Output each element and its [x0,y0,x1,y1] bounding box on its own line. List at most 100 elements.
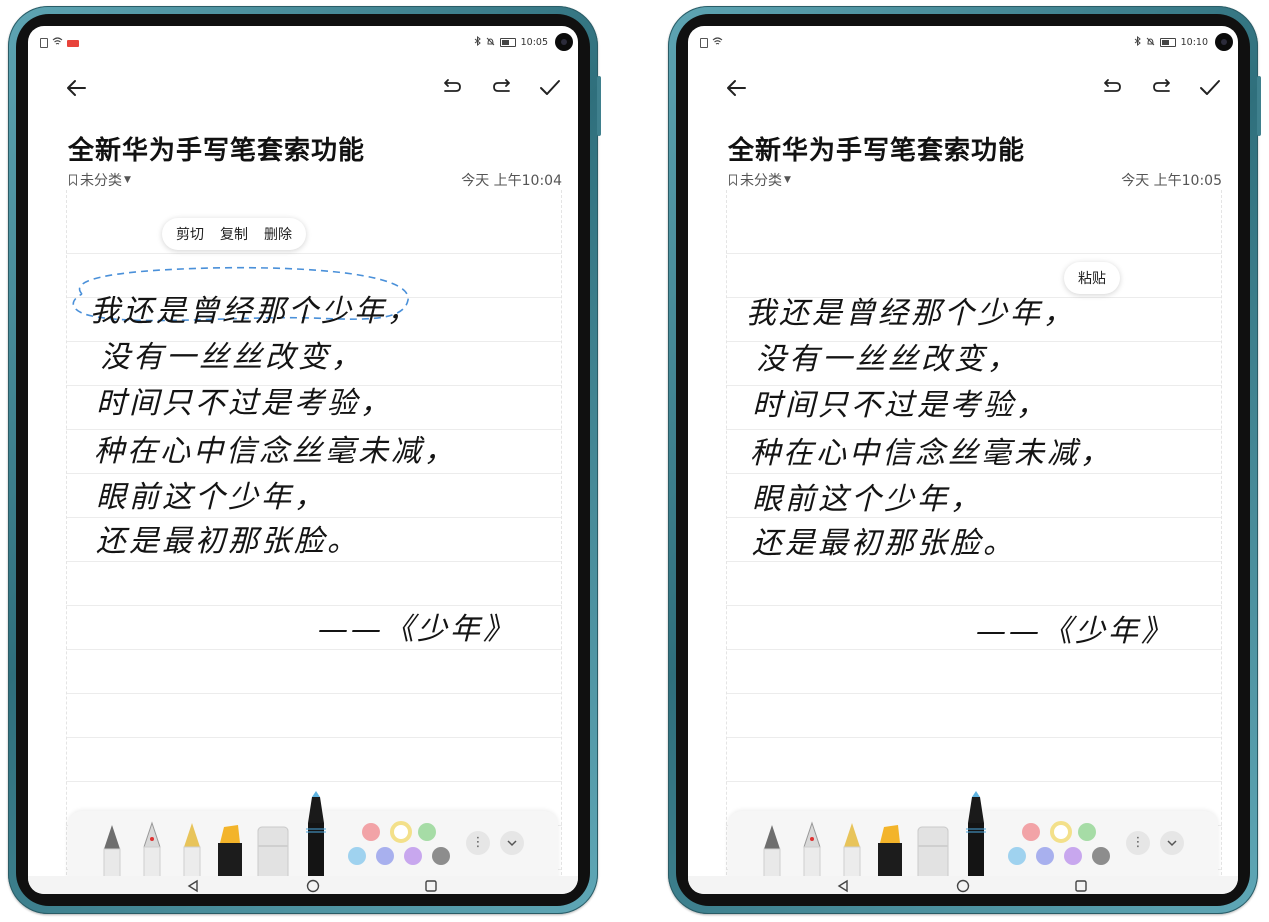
yellow-color-swatch-selected[interactable] [1050,821,1072,843]
more-vertical-icon: ⋮ [1131,835,1145,850]
more-options-button[interactable]: ⋮ [466,831,490,855]
screen-right: 10:10 全新华为手写笔套索功能 未分类 ▼ 今天 上午10:05 粘贴 我还… [688,26,1238,894]
note-title[interactable]: 全新华为手写笔套索功能 [68,130,365,167]
arrow-left-icon [727,80,746,96]
collapse-toolbar-button[interactable] [500,831,524,855]
handwriting-line: 我还是曾经那个少年， [746,296,1076,331]
light-blue-color-swatch[interactable] [1008,847,1026,865]
periwinkle-color-swatch[interactable] [1036,847,1054,865]
more-options-button[interactable]: ⋮ [1126,831,1150,855]
back-button[interactable] [58,68,94,108]
undo-button[interactable] [1094,68,1130,108]
marker-tool-selected[interactable] [964,789,988,881]
battery-icon [1159,38,1176,47]
handwriting-line: 时间只不过是考验， [96,386,393,421]
arrow-left-icon [67,80,86,96]
status-bar: 10:10 [688,26,1238,58]
done-button[interactable] [532,68,568,108]
nav-back-button[interactable] [186,879,200,894]
marker-tool-selected[interactable] [304,789,328,881]
status-time: 10:05 [520,37,548,48]
category-selector[interactable]: 未分类 ▼ [68,170,131,190]
gray-color-swatch[interactable] [1092,847,1110,865]
yellow-color-swatch-selected[interactable] [390,821,412,843]
mute-icon [1146,37,1155,49]
check-icon [1200,80,1220,95]
light-blue-color-swatch[interactable] [348,847,366,865]
delete-button[interactable]: 删除 [264,224,292,244]
collapse-toolbar-button[interactable] [1160,831,1184,855]
circle-home-icon [306,879,320,893]
caret-down-icon: ▼ [124,175,131,185]
front-camera [1215,33,1233,51]
nav-home-button[interactable] [306,879,320,894]
sim-icon [700,38,708,48]
gray-color-swatch[interactable] [432,847,450,865]
category-label: 未分类 [80,173,122,189]
handwriting-line: 没有一丝丝改变， [100,340,364,375]
redo-button[interactable] [484,68,520,108]
green-color-swatch[interactable] [418,823,436,841]
note-toolbar [688,68,1238,108]
square-recents-icon [425,880,437,892]
undo-icon [444,79,461,92]
tablet-left: 10:05 全新华为手写笔套索功能 未分类 ▼ 今天 上午10:04 剪切 复制… [8,6,601,914]
done-button[interactable] [1192,68,1228,108]
note-title[interactable]: 全新华为手写笔套索功能 [728,130,1025,167]
category-selector[interactable]: 未分类 ▼ [728,170,791,190]
periwinkle-color-swatch[interactable] [376,847,394,865]
nav-back-button[interactable] [836,879,850,894]
pink-color-swatch[interactable] [362,823,380,841]
ballpoint-pen-tool[interactable] [180,821,204,881]
eraser-tool[interactable] [916,825,950,881]
screen-left: 10:05 全新华为手写笔套索功能 未分类 ▼ 今天 上午10:04 剪切 复制… [28,26,578,894]
pink-color-swatch[interactable] [1022,823,1040,841]
triangle-back-icon [837,879,848,893]
bluetooth-icon [474,35,481,49]
pencil-tool[interactable] [760,823,784,881]
lavender-color-swatch[interactable] [1064,847,1082,865]
status-bar: 10:05 [28,26,578,58]
notification-badge-icon [67,39,79,47]
fountain-pen-tool[interactable] [800,821,824,881]
fountain-pen-tool[interactable] [140,821,164,881]
nav-recents-button[interactable] [424,879,438,894]
bluetooth-icon [1134,35,1141,49]
note-timestamp: 今天 上午10:05 [1121,173,1222,189]
nav-recents-button[interactable] [1074,879,1088,894]
bookmark-icon [69,174,77,186]
handwriting-signature: ——《少年》 [976,614,1174,649]
copy-button[interactable]: 复制 [220,224,248,244]
pencil-tool[interactable] [100,823,124,881]
front-camera [555,33,573,51]
more-vertical-icon: ⋮ [471,835,485,850]
back-button[interactable] [718,68,754,108]
tablet-right: 10:10 全新华为手写笔套索功能 未分类 ▼ 今天 上午10:05 粘贴 我还… [668,6,1261,914]
check-icon [540,80,560,95]
paste-button[interactable]: 粘贴 [1078,268,1106,288]
chevron-down-icon [507,840,517,847]
nav-home-button[interactable] [956,879,970,894]
green-color-swatch[interactable] [1078,823,1096,841]
status-icons-right: 10:10 [1134,35,1208,49]
handwriting-line: 还是最初那张脸。 [752,526,1016,561]
undo-button[interactable] [434,68,470,108]
note-meta: 未分类 ▼ 今天 上午10:04 [68,170,562,190]
cut-button[interactable]: 剪切 [176,224,204,244]
circle-home-icon [956,879,970,893]
triangle-back-icon [187,879,198,893]
highlighter-tool[interactable] [876,823,904,881]
eraser-tool[interactable] [256,825,290,881]
lavender-color-swatch[interactable] [404,847,422,865]
square-recents-icon [1075,880,1087,892]
category-label: 未分类 [740,173,782,189]
ballpoint-pen-tool[interactable] [840,821,864,881]
status-time: 10:10 [1180,37,1208,48]
volume-key [597,76,601,136]
handwriting-line: 还是最初那张脸。 [96,524,360,559]
lasso-action-menu: 剪切 复制 删除 [162,218,306,250]
highlighter-tool[interactable] [216,823,244,881]
mute-icon [486,37,495,49]
handwriting-signature: ——《少年》 [318,612,516,647]
redo-button[interactable] [1144,68,1180,108]
